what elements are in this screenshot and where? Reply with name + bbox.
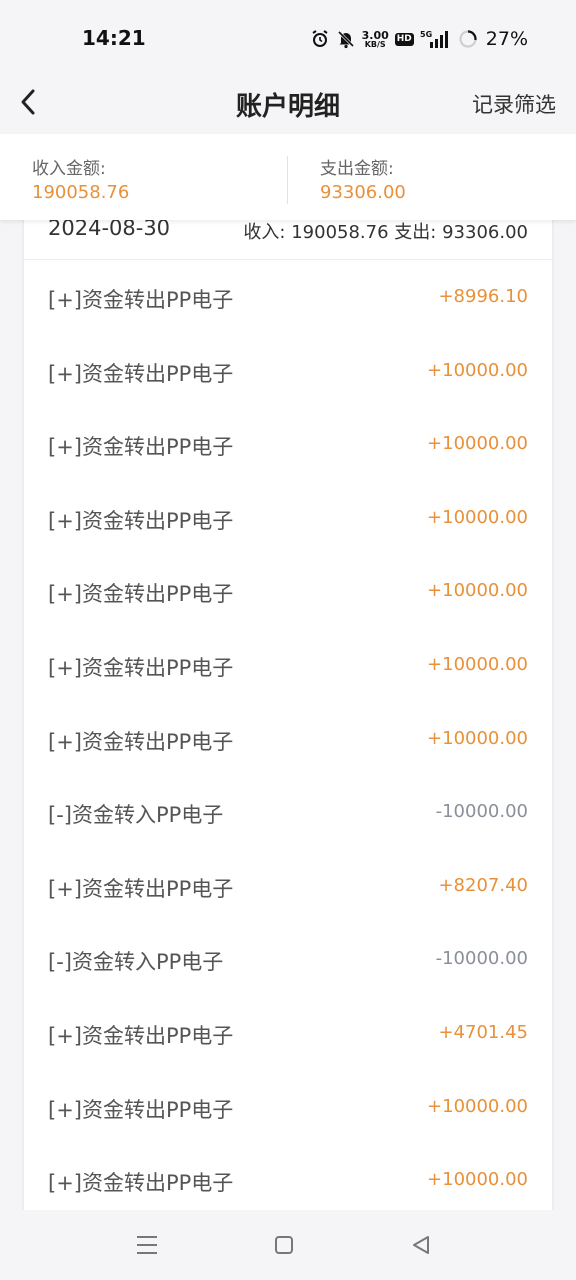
expense-value: 93306.00 xyxy=(320,182,406,203)
system-nav-bar xyxy=(0,1210,576,1280)
menu-button[interactable] xyxy=(132,1230,162,1260)
income-value: 190058.76 xyxy=(32,182,130,203)
transaction-title: [+]资金转出PP电子 xyxy=(48,582,234,607)
summary-divider xyxy=(287,156,288,204)
transaction-row[interactable]: [+]资金转出PP电子 +8996.10 xyxy=(24,260,552,334)
transaction-amount: -10000.00 xyxy=(435,948,528,970)
expense-label: 支出金额: xyxy=(320,159,394,179)
transaction-list: [+]资金转出PP电子 +8996.10 [+]资金转出PP电子 +10000.00[… xyxy=(24,260,552,1217)
transaction-title: [+]资金转出PP电子 xyxy=(48,288,234,312)
summary-bar: 收入金额: 190058.76 支出金额: 93306.00 xyxy=(0,134,576,220)
group-expense-value: 93306.00 xyxy=(442,222,528,243)
group-income-value: 190058.76 xyxy=(291,222,389,243)
transaction-row[interactable]: [-]资金转入PP电子 -10000.00 xyxy=(24,922,552,996)
transaction-row[interactable]: [+]资金转出PP电子 +10000.00 xyxy=(24,702,552,776)
transaction-title: [-]资金转入PP电子 xyxy=(48,803,224,828)
speed-value: 3.00 xyxy=(361,28,389,42)
record-filter-button[interactable]: 记录筛选 xyxy=(472,89,556,119)
transaction-row[interactable]: [+]资金转出PP电子 +10000.00 xyxy=(24,1143,552,1217)
network-type-label: 5G xyxy=(420,30,432,39)
transaction-amount: +10000.00 xyxy=(427,727,528,749)
transaction-row[interactable]: [+]资金转出PP电子 +8207.40 xyxy=(24,849,552,923)
transaction-row[interactable]: [+]资金转出PP电子 +10000.00 xyxy=(24,1070,552,1144)
transaction-row[interactable]: [+]资金转出PP电子 +10000.00 xyxy=(24,334,552,408)
transaction-title: [+]资金转出PP电子 xyxy=(48,1097,234,1122)
speed-unit: KB/S xyxy=(364,39,386,49)
home-square-icon xyxy=(275,1236,293,1254)
signal-icon: 5G xyxy=(420,29,452,49)
transaction-amount: +10000.00 xyxy=(427,1095,528,1117)
transaction-title: [+]资金转出PP电子 xyxy=(48,655,234,680)
transaction-title: [+]资金转出PP电子 xyxy=(48,1023,234,1048)
transaction-amount: +8996.10 xyxy=(438,286,528,307)
battery-percent: 27% xyxy=(485,28,528,50)
transaction-amount: +10000.00 xyxy=(427,359,528,381)
transaction-amount: +4701.45 xyxy=(438,1021,528,1043)
transaction-row[interactable]: [+]资金转出PP电子 +10000.00 xyxy=(24,628,552,702)
mute-bell-icon xyxy=(336,29,356,49)
transaction-title: [+]资金转出PP电子 xyxy=(48,876,234,901)
transactions-card: 2024-08-30 收入: 190058.76 支出: 93306.00 [+… xyxy=(24,190,552,1230)
status-bar: 14:21 3.00 KB/S HD 5G 27% xyxy=(0,0,576,72)
transaction-title: [+]资金转出PP电子 xyxy=(48,729,234,754)
transaction-amount: -10000.00 xyxy=(435,801,528,823)
transaction-row[interactable]: [+]资金转出PP电子 +4701.45 xyxy=(24,996,552,1070)
alarm-icon xyxy=(310,29,330,49)
group-expense-label: 支出: xyxy=(394,222,437,243)
income-summary: 收入金额: 190058.76 xyxy=(32,158,129,205)
transaction-amount: +10000.00 xyxy=(427,580,528,602)
home-button[interactable] xyxy=(269,1230,299,1260)
transaction-amount: +10000.00 xyxy=(427,433,528,455)
system-back-button[interactable] xyxy=(406,1230,436,1260)
nav-header: 账户明细 记录筛选 xyxy=(0,72,576,134)
status-icons: 3.00 KB/S HD 5G 27% xyxy=(310,26,528,52)
transaction-title: [+]资金转出PP电子 xyxy=(48,508,234,533)
income-label: 收入金额: xyxy=(32,159,106,179)
transaction-amount: +10000.00 xyxy=(427,1169,528,1191)
status-time: 14:21 xyxy=(82,26,146,50)
transaction-title: [+]资金转出PP电子 xyxy=(48,361,234,386)
network-speed: 3.00 KB/S xyxy=(362,30,389,49)
transaction-row[interactable]: [-]资金转入PP电子 -10000.00 xyxy=(24,775,552,849)
menu-icon xyxy=(137,1236,157,1254)
transaction-amount: +10000.00 xyxy=(427,506,528,528)
hd-badge: HD xyxy=(394,32,414,46)
transaction-title: [+]资金转出PP电子 xyxy=(48,1171,234,1196)
transaction-row[interactable]: [+]资金转出PP电子 +10000.00 xyxy=(24,481,552,555)
transaction-row[interactable]: [+]资金转出PP电子 +10000.00 xyxy=(24,554,552,628)
transaction-title: [+]资金转出PP电子 xyxy=(48,435,234,460)
transaction-title: [-]资金转入PP电子 xyxy=(48,950,224,975)
transaction-amount: +10000.00 xyxy=(427,653,528,675)
battery-ring-icon xyxy=(458,29,478,49)
expense-summary: 支出金额: 93306.00 xyxy=(320,158,406,205)
group-totals: 收入: 190058.76 支出: 93306.00 xyxy=(243,218,528,244)
transaction-row[interactable]: [+]资金转出PP电子 +10000.00 xyxy=(24,407,552,481)
transaction-amount: +8207.40 xyxy=(438,874,528,896)
group-income-label: 收入: xyxy=(243,222,286,243)
back-triangle-icon xyxy=(413,1236,429,1254)
